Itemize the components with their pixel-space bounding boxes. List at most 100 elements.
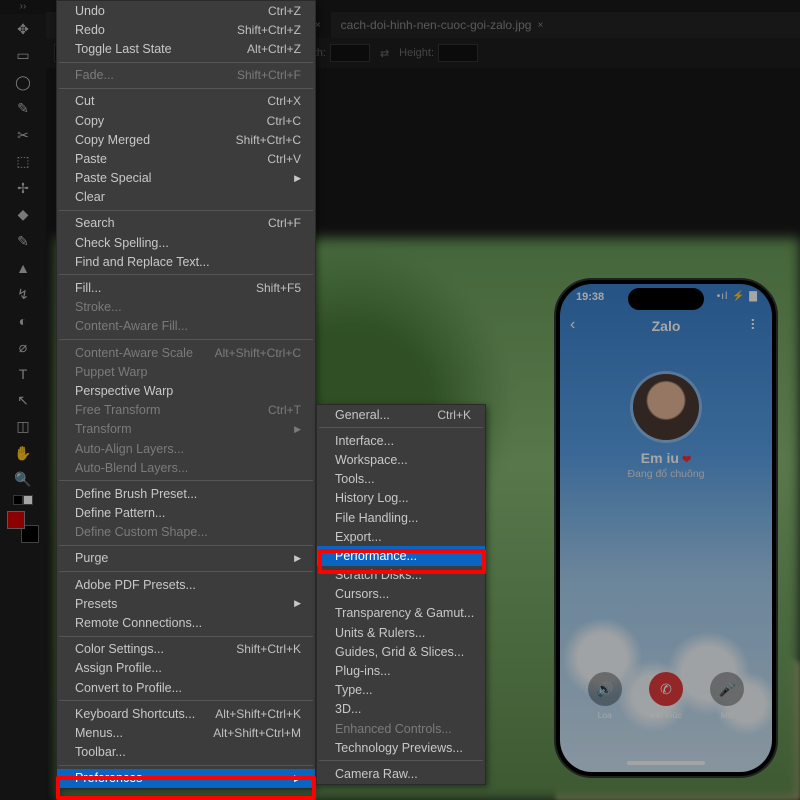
tool-5[interactable]: ⬚ bbox=[10, 149, 36, 176]
color-swatches[interactable] bbox=[7, 511, 39, 543]
menu-general[interactable]: General...Ctrl+K bbox=[317, 405, 485, 424]
call-btn-icon: ✆ bbox=[649, 672, 683, 706]
menu-cursors[interactable]: Cursors... bbox=[317, 585, 485, 604]
menu-tools[interactable]: Tools... bbox=[317, 470, 485, 489]
call-btn-icon: 🔊 bbox=[588, 672, 622, 706]
tool-13[interactable]: T bbox=[10, 361, 36, 388]
menu-technology-previews[interactable]: Technology Previews... bbox=[317, 738, 485, 757]
menu-redo[interactable]: RedoShift+Ctrl+Z bbox=[57, 20, 315, 39]
menu-undo[interactable]: UndoCtrl+Z bbox=[57, 1, 315, 20]
tool-1[interactable]: ▭ bbox=[10, 43, 36, 70]
menu-label: Camera Raw... bbox=[335, 767, 471, 781]
submenu-arrow-icon: ▶ bbox=[294, 598, 301, 609]
default-colors-icon[interactable] bbox=[13, 495, 33, 505]
menu-define-brush-preset[interactable]: Define Brush Preset... bbox=[57, 484, 315, 503]
menu-3d[interactable]: 3D... bbox=[317, 700, 485, 719]
menu-label: Define Brush Preset... bbox=[75, 487, 301, 501]
tool-11[interactable]: ◐ bbox=[10, 308, 36, 335]
separator bbox=[59, 571, 313, 572]
menu-cut[interactable]: CutCtrl+X bbox=[57, 92, 315, 111]
menu-copy-merged[interactable]: Copy MergedShift+Ctrl+C bbox=[57, 130, 315, 149]
menu-keyboard-shortcuts[interactable]: Keyboard Shortcuts...Alt+Shift+Ctrl+K bbox=[57, 704, 315, 723]
phone-mockup: 19:38 •ıl ⚡ ▇ ‹ Zalo ⠇ Em iu Đang đổ chu… bbox=[554, 278, 778, 778]
menu-label: Convert to Profile... bbox=[75, 681, 301, 695]
menu-export[interactable]: Export... bbox=[317, 527, 485, 546]
tool-8[interactable]: ✎ bbox=[10, 228, 36, 255]
height-input[interactable] bbox=[438, 44, 478, 62]
menu-presets[interactable]: Presets▶ bbox=[57, 594, 315, 613]
menu-camera-raw[interactable]: Camera Raw... bbox=[317, 764, 485, 783]
call-btn-icon: 🎤 bbox=[710, 672, 744, 706]
tool-9[interactable]: ▲ bbox=[10, 255, 36, 282]
menu-auto-align-layers: Auto-Align Layers... bbox=[57, 439, 315, 458]
menu-guides-grid-slices[interactable]: Guides, Grid & Slices... bbox=[317, 642, 485, 661]
menu-scratch-disks[interactable]: Scratch Disks... bbox=[317, 566, 485, 585]
menu-convert-to-profile[interactable]: Convert to Profile... bbox=[57, 678, 315, 697]
shortcut: Ctrl+V bbox=[259, 152, 301, 166]
menu-plug-ins[interactable]: Plug-ins... bbox=[317, 661, 485, 680]
tool-12[interactable]: ⌀ bbox=[10, 334, 36, 361]
menu-color-settings[interactable]: Color Settings...Shift+Ctrl+K bbox=[57, 640, 315, 659]
height-label: Height: bbox=[399, 47, 434, 59]
submenu-arrow-icon: ▶ bbox=[294, 173, 301, 184]
tool-4[interactable]: ✂ bbox=[10, 122, 36, 149]
menu-label: Cut bbox=[75, 94, 259, 108]
menu-units-rulers[interactable]: Units & Rulers... bbox=[317, 623, 485, 642]
tool-14[interactable]: ↖ bbox=[10, 387, 36, 414]
phone-title: Zalo bbox=[560, 318, 772, 334]
menu-adobe-pdf-presets[interactable]: Adobe PDF Presets... bbox=[57, 575, 315, 594]
menu-purge[interactable]: Purge▶ bbox=[57, 549, 315, 568]
menu-menus[interactable]: Menus...Alt+Shift+Ctrl+M bbox=[57, 723, 315, 742]
width-input[interactable] bbox=[330, 44, 370, 62]
menu-type[interactable]: Type... bbox=[317, 681, 485, 700]
shortcut: Shift+Ctrl+F bbox=[229, 68, 301, 82]
menu-label: Copy Merged bbox=[75, 133, 228, 147]
menu-workspace[interactable]: Workspace... bbox=[317, 450, 485, 469]
menu-paste[interactable]: PasteCtrl+V bbox=[57, 149, 315, 168]
menu-label: Menus... bbox=[75, 726, 205, 740]
tool-17[interactable]: 🔍 bbox=[10, 467, 36, 494]
menu-preferences[interactable]: Preferences▶ bbox=[57, 769, 315, 788]
menu-transparency-gamut[interactable]: Transparency & Gamut... bbox=[317, 604, 485, 623]
expand-handle[interactable]: ›› bbox=[0, 0, 46, 13]
menu-label: Cursors... bbox=[335, 587, 471, 601]
tool-0[interactable]: ✥ bbox=[10, 16, 36, 43]
tool-7[interactable]: ◆ bbox=[10, 202, 36, 229]
menu-find-and-replace-text[interactable]: Find and Replace Text... bbox=[57, 252, 315, 271]
tool-16[interactable]: ✋ bbox=[10, 440, 36, 467]
swap-icon[interactable]: ⇄ bbox=[380, 47, 389, 60]
menu-perspective-warp[interactable]: Perspective Warp bbox=[57, 381, 315, 400]
menu-fill[interactable]: Fill...Shift+F5 bbox=[57, 278, 315, 297]
tool-2[interactable]: ◯ bbox=[10, 69, 36, 96]
menu-label: Clear bbox=[75, 190, 301, 204]
menu-search[interactable]: SearchCtrl+F bbox=[57, 214, 315, 233]
menu-define-pattern[interactable]: Define Pattern... bbox=[57, 504, 315, 523]
submenu-arrow-icon: ▶ bbox=[294, 553, 301, 564]
menu-clear[interactable]: Clear bbox=[57, 188, 315, 207]
tool-3[interactable]: ✎ bbox=[10, 96, 36, 123]
document-tab-2[interactable]: cach-doi-hinh-nen-cuoc-goi-zalo.jpg× bbox=[331, 12, 554, 38]
tool-10[interactable]: ↯ bbox=[10, 281, 36, 308]
menu-check-spelling[interactable]: Check Spelling... bbox=[57, 233, 315, 252]
menu-file-handling[interactable]: File Handling... bbox=[317, 508, 485, 527]
menu-history-log[interactable]: History Log... bbox=[317, 489, 485, 508]
menu-paste-special[interactable]: Paste Special▶ bbox=[57, 169, 315, 188]
menu-label: Toolbar... bbox=[75, 745, 301, 759]
menu-toolbar[interactable]: Toolbar... bbox=[57, 743, 315, 762]
call-name: Em iu bbox=[560, 450, 772, 466]
menu-toggle-last-state[interactable]: Toggle Last StateAlt+Ctrl+Z bbox=[57, 39, 315, 58]
separator bbox=[319, 427, 483, 428]
submenu-arrow-icon: ▶ bbox=[294, 424, 301, 435]
menu-performance[interactable]: Performance... bbox=[317, 546, 485, 565]
shortcut: Alt+Shift+Ctrl+C bbox=[207, 346, 301, 360]
phone-notch bbox=[628, 288, 704, 310]
close-icon[interactable]: × bbox=[537, 20, 543, 31]
menu-label: Puppet Warp bbox=[75, 365, 301, 379]
tool-15[interactable]: ◫ bbox=[10, 414, 36, 441]
menu-remote-connections[interactable]: Remote Connections... bbox=[57, 613, 315, 632]
menu-assign-profile[interactable]: Assign Profile... bbox=[57, 659, 315, 678]
menu-label: Color Settings... bbox=[75, 642, 228, 656]
menu-copy[interactable]: CopyCtrl+C bbox=[57, 111, 315, 130]
menu-interface[interactable]: Interface... bbox=[317, 431, 485, 450]
tool-6[interactable]: ✢ bbox=[10, 175, 36, 202]
